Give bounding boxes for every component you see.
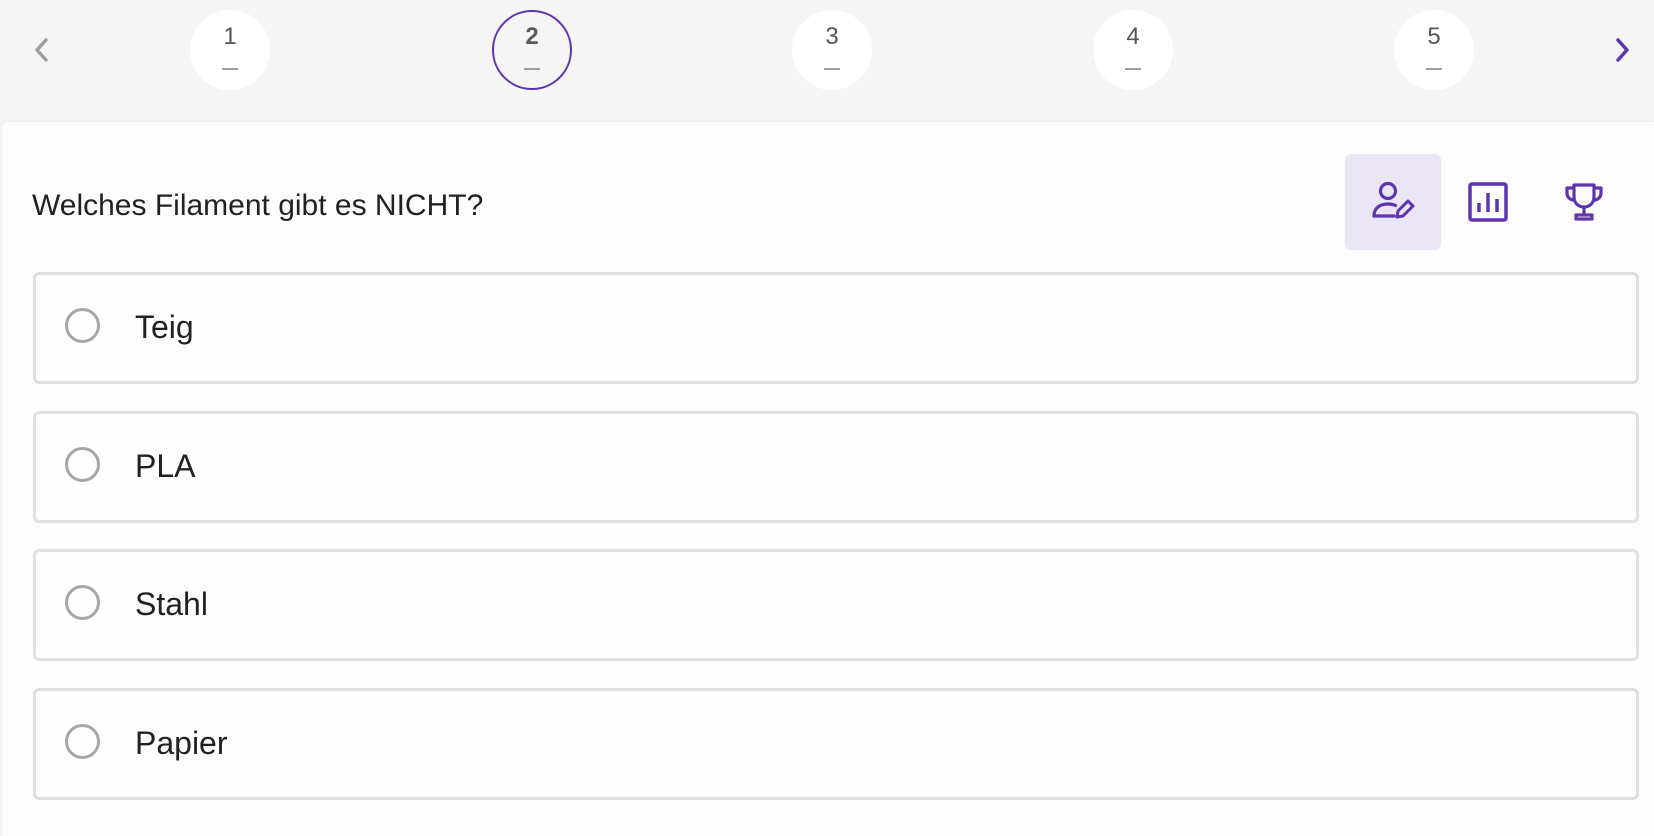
answer-label: PLA xyxy=(135,448,196,484)
step-number: 2 xyxy=(525,23,539,50)
step-3[interactable]: 3 xyxy=(792,10,872,90)
step-number: 1 xyxy=(223,23,237,50)
step-1[interactable]: 1 xyxy=(190,10,270,90)
leaderboard-button[interactable] xyxy=(1536,154,1632,250)
answer-option-stahl[interactable]: Stahl xyxy=(33,549,1639,661)
answer-label: Teig xyxy=(135,309,194,345)
step-status-dash xyxy=(222,68,238,70)
answer-option-teig[interactable]: Teig xyxy=(33,272,1639,384)
step-status-dash xyxy=(524,68,540,70)
step-status-dash xyxy=(1426,68,1442,70)
chevron-left-icon xyxy=(35,38,48,62)
previous-button[interactable] xyxy=(26,30,56,70)
step-status-dash xyxy=(1125,68,1141,70)
step-number: 3 xyxy=(825,23,839,50)
step-number: 4 xyxy=(1126,23,1140,50)
next-button[interactable] xyxy=(1608,30,1638,70)
answer-label: Papier xyxy=(135,725,228,761)
question-stepper: 1 2 3 4 5 xyxy=(0,0,1654,122)
answer-label: Stahl xyxy=(135,586,208,622)
step-status-dash xyxy=(824,68,840,70)
radio-button[interactable] xyxy=(65,724,100,759)
question-text: Welches Filament gibt es NICHT? xyxy=(32,189,484,222)
step-5[interactable]: 5 xyxy=(1394,10,1474,90)
answer-option-papier[interactable]: Papier xyxy=(33,688,1639,800)
step-number: 5 xyxy=(1427,23,1441,50)
radio-button[interactable] xyxy=(65,308,100,343)
step-2[interactable]: 2 xyxy=(492,10,572,90)
trophy-icon xyxy=(1565,183,1603,221)
step-4[interactable]: 4 xyxy=(1093,10,1173,90)
radio-button[interactable] xyxy=(65,447,100,482)
bar-chart-icon xyxy=(1468,182,1508,222)
chevron-right-icon xyxy=(1616,38,1629,62)
radio-button[interactable] xyxy=(65,585,100,620)
results-button[interactable] xyxy=(1440,154,1536,250)
answer-option-pla[interactable]: PLA xyxy=(33,411,1639,523)
person-edit-icon xyxy=(1372,181,1415,219)
answer-mode-button[interactable] xyxy=(1345,154,1441,250)
